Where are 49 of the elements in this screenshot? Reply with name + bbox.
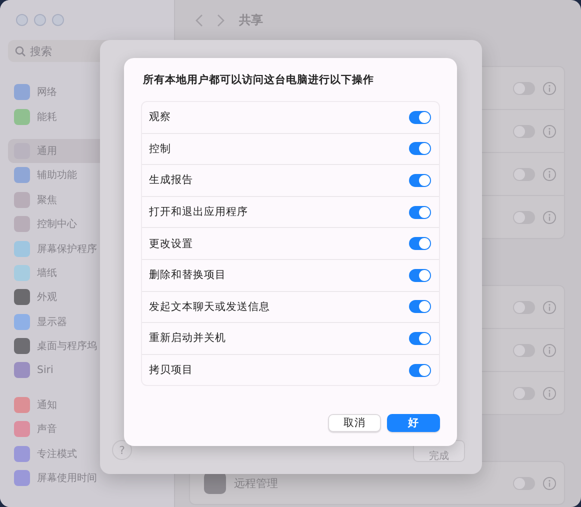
info-icon[interactable] xyxy=(543,124,556,138)
zoom-button[interactable] xyxy=(52,14,64,26)
toggle-switch[interactable] xyxy=(513,344,535,356)
toggle-switch[interactable] xyxy=(409,300,431,314)
permission-label: 打开和退出应用程序 xyxy=(149,205,249,220)
toggle-switch[interactable] xyxy=(409,364,431,377)
back-icon[interactable] xyxy=(195,14,203,26)
permission-label: 更改设置 xyxy=(149,236,194,251)
toggle-switch[interactable] xyxy=(513,300,535,314)
toggle-switch[interactable] xyxy=(513,82,535,94)
toggle-switch[interactable] xyxy=(513,124,535,138)
info-icon[interactable] xyxy=(543,82,556,94)
info-icon[interactable] xyxy=(543,344,556,356)
cancel-button[interactable]: 取消 xyxy=(328,414,381,432)
toggle-switch[interactable] xyxy=(409,332,431,345)
close-button[interactable] xyxy=(16,14,28,26)
sidebar-item[interactable]: 通知 xyxy=(8,392,166,418)
toggle-switch[interactable] xyxy=(513,168,535,180)
permission-label: 发起文本聊天或发送信息 xyxy=(149,300,271,314)
forward-icon[interactable] xyxy=(217,14,225,26)
toggle-switch[interactable] xyxy=(513,386,535,400)
toggle-switch[interactable] xyxy=(409,237,431,250)
info-icon[interactable] xyxy=(543,300,556,314)
service-icon xyxy=(204,472,226,494)
search-icon xyxy=(15,46,26,57)
dialog-title: 所有本地用户都可以访问这台电脑进行以下操作 xyxy=(143,73,375,87)
info-icon[interactable] xyxy=(543,210,556,224)
info-icon[interactable] xyxy=(543,386,556,400)
toggle-switch[interactable] xyxy=(409,174,431,187)
sidebar-item[interactable]: 屏幕使用时间 xyxy=(8,466,166,490)
toggle-switch[interactable] xyxy=(409,142,431,156)
sidebar-item[interactable]: 声音 xyxy=(8,417,166,442)
ok-button[interactable]: 好 xyxy=(387,414,440,432)
row-label: 远程管理 xyxy=(234,476,279,490)
toggle-switch[interactable] xyxy=(409,206,431,219)
toggle-switch[interactable] xyxy=(409,110,431,124)
toggle-switch[interactable] xyxy=(513,210,535,224)
toggle-switch[interactable] xyxy=(513,476,535,490)
minimize-button[interactable] xyxy=(34,14,46,26)
info-icon[interactable] xyxy=(543,476,556,490)
permission-label: 生成报告 xyxy=(149,173,194,188)
permission-label: 删除和替换项目 xyxy=(149,268,227,282)
info-icon[interactable] xyxy=(543,168,556,180)
window-title: 共享 xyxy=(239,12,263,28)
permission-label: 重新启动并关机 xyxy=(149,331,227,346)
help-button[interactable]: ? xyxy=(112,440,132,460)
toggle-switch[interactable] xyxy=(409,268,431,282)
permission-label: 观察 xyxy=(149,110,172,124)
permission-label: 拷贝项目 xyxy=(149,363,194,378)
